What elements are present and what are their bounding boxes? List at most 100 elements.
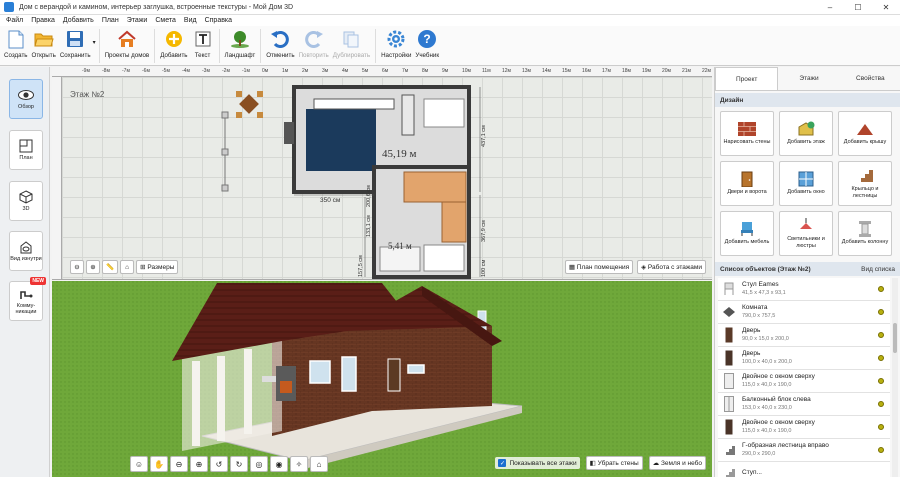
list-item[interactable]: Комната 790,0 x 757,5 bbox=[718, 301, 890, 324]
floor-plan-view[interactable]: -9м -8м -7м -6м -5м -4м -3м -2м -1м 0м 1м 2м 3м 4м 5м 6… bbox=[52, 67, 712, 280]
toolbar-separator bbox=[218, 29, 220, 63]
remove-walls-button[interactable]: ◧ Убрать стены bbox=[585, 456, 643, 470]
orbit-left-button[interactable]: ◎ bbox=[250, 456, 268, 472]
list-item[interactable]: Ступ... bbox=[718, 462, 890, 477]
save-dropdown-icon[interactable]: ▾ bbox=[93, 39, 96, 46]
list-item[interactable]: Дверь 90,0 x 15,0 x 200,0 bbox=[718, 324, 890, 347]
light-button[interactable]: ✧ bbox=[290, 456, 308, 472]
redo-button[interactable]: Повторить bbox=[299, 26, 329, 59]
doors-gates-button[interactable]: Двери и ворота bbox=[720, 161, 774, 206]
inside-view-icon bbox=[18, 240, 34, 254]
ruler-tool-button[interactable]: 📏 bbox=[102, 260, 119, 274]
visibility-icon[interactable] bbox=[878, 378, 884, 384]
maximize-button[interactable]: ☐ bbox=[844, 0, 872, 15]
window-icon bbox=[797, 171, 815, 187]
ground-sky-button[interactable]: ☁ Земля и небо bbox=[648, 456, 706, 470]
home-3d-button[interactable]: ⌂ bbox=[310, 456, 328, 472]
object-name: Двойное с окном сверху bbox=[742, 419, 815, 426]
door-icon bbox=[722, 372, 736, 390]
walk-mode-button[interactable]: ☺ bbox=[130, 456, 148, 472]
create-button[interactable]: Создать bbox=[4, 26, 28, 59]
show-all-floors-checkbox[interactable]: ✓ Показывать все этажи bbox=[495, 457, 580, 469]
column-icon bbox=[856, 221, 874, 238]
lamps-button[interactable]: Светильники и люстры bbox=[779, 211, 833, 256]
menu-help[interactable]: Справка bbox=[205, 17, 232, 24]
menu-edit[interactable]: Правка bbox=[31, 17, 55, 24]
list-item[interactable]: Двойное с окном сверху 115,0 x 40,0 x 190… bbox=[718, 370, 890, 393]
tab-properties[interactable]: Свойства bbox=[840, 67, 900, 90]
left-view-sidebar: Обзор План 3D Вид изнутри NEW Комму-ника… bbox=[0, 67, 50, 477]
menu-plan[interactable]: План bbox=[102, 17, 119, 24]
sizes-button[interactable]: ⊞ Размеры bbox=[136, 260, 179, 274]
rotate-left-button[interactable]: ↺ bbox=[210, 456, 228, 472]
add-roof-button[interactable]: Добавить крышу bbox=[838, 111, 892, 156]
list-item[interactable]: Г-образная лестница вправо 290,0 x 290,0 bbox=[718, 439, 890, 462]
add-button[interactable]: Добавить bbox=[160, 26, 188, 59]
menu-estimate[interactable]: Смета bbox=[155, 17, 176, 24]
list-item[interactable]: Дверь 100,0 x 40,0 x 200,0 bbox=[718, 347, 890, 370]
orbit-right-button[interactable]: ◉ bbox=[270, 456, 288, 472]
close-button[interactable]: ✕ bbox=[872, 0, 900, 15]
visibility-icon[interactable] bbox=[878, 447, 884, 453]
visibility-icon[interactable] bbox=[878, 286, 884, 292]
tab-project[interactable]: Проект bbox=[715, 67, 779, 90]
save-button[interactable]: Сохранить bbox=[60, 26, 91, 59]
objects-scrollbar[interactable] bbox=[892, 278, 898, 477]
landscape-button[interactable]: Ландшафт bbox=[225, 26, 255, 59]
new-document-icon bbox=[5, 29, 27, 49]
view-list-button[interactable]: Вид списка bbox=[861, 266, 895, 273]
visibility-icon[interactable] bbox=[878, 309, 884, 315]
draw-walls-button[interactable]: Нарисовать стены bbox=[720, 111, 774, 156]
undo-button[interactable]: Отменить bbox=[266, 26, 295, 59]
sidebar-inside-view-button[interactable]: Вид изнутри bbox=[9, 231, 43, 271]
list-item[interactable]: Двойное с окном сверху 115,0 x 40,0 x 190… bbox=[718, 416, 890, 439]
tutorial-button[interactable]: ? Учебник bbox=[415, 26, 439, 59]
stairs-icon bbox=[722, 464, 736, 477]
porch-stairs-button[interactable]: Крыльцо и лестницы bbox=[838, 161, 892, 206]
zoom-out-button[interactable]: ⊖ bbox=[70, 260, 84, 274]
floors-work-button[interactable]: ◈ Работа с этажами bbox=[637, 260, 706, 274]
plan-drawing[interactable]: 45,19 м 5,41 м 350 см 157,5 см 133,1 см … bbox=[52, 67, 712, 280]
house-projects-button[interactable]: Проекты домов bbox=[105, 26, 149, 59]
ground-sky-label: Земля и небо bbox=[660, 459, 702, 467]
zoom-in-3d-button[interactable]: ⊕ bbox=[190, 456, 208, 472]
table-with-chairs[interactable] bbox=[236, 91, 263, 118]
sidebar-3d-button[interactable]: 3D bbox=[9, 181, 43, 221]
zoom-in-button[interactable]: ⊕ bbox=[86, 260, 100, 274]
visibility-icon[interactable] bbox=[878, 332, 884, 338]
dimension-label: 200,6 см bbox=[366, 185, 372, 207]
sidebar-plan-button[interactable]: План bbox=[9, 130, 43, 170]
sidebar-overview-button[interactable]: Обзор bbox=[9, 79, 43, 119]
text-button[interactable]: Текст bbox=[192, 26, 214, 59]
room-plan-button[interactable]: ▦ План помещения bbox=[564, 260, 634, 274]
toolbar-separator bbox=[98, 29, 100, 63]
add-column-button[interactable]: Добавить колонну bbox=[838, 211, 892, 256]
list-item[interactable]: Балконный блок слева 153,0 x 40,0 x 230,0 bbox=[718, 393, 890, 416]
visibility-icon[interactable] bbox=[878, 424, 884, 430]
minimize-button[interactable]: – bbox=[816, 0, 844, 15]
add-floor-button[interactable]: Добавить этаж bbox=[779, 111, 833, 156]
scrollbar-thumb[interactable] bbox=[893, 323, 897, 353]
add-furniture-button[interactable]: Добавить мебель bbox=[720, 211, 774, 256]
menu-floors[interactable]: Этажи bbox=[127, 17, 148, 24]
menu-view[interactable]: Вид bbox=[184, 17, 197, 24]
menu-file[interactable]: Файл bbox=[6, 17, 23, 24]
menu-add[interactable]: Добавить bbox=[63, 17, 94, 24]
tab-floors[interactable]: Этажи bbox=[778, 67, 839, 90]
visibility-icon[interactable] bbox=[878, 401, 884, 407]
pan-button[interactable]: ✋ bbox=[150, 456, 168, 472]
visibility-icon[interactable] bbox=[878, 355, 884, 361]
person-icon: ☺ bbox=[134, 459, 144, 469]
home-view-button[interactable]: ⌂ bbox=[120, 260, 135, 274]
lower-rooms[interactable] bbox=[372, 165, 471, 279]
add-window-button[interactable]: Добавить окно bbox=[779, 161, 833, 206]
sidebar-communications-button[interactable]: NEW Комму-никации bbox=[9, 277, 46, 321]
3d-view[interactable]: ☺ ✋ ⊖ ⊕ ↺ ↻ ◎ ◉ ✧ ⌂ ✓ Показывать все этаж… bbox=[52, 281, 712, 477]
duplicate-button[interactable]: Дублировать bbox=[333, 26, 370, 59]
list-item[interactable]: Стул Eames 41,5 x 47,3 x 93,1 bbox=[718, 278, 890, 301]
3d-scene[interactable] bbox=[52, 281, 712, 477]
zoom-out-3d-button[interactable]: ⊖ bbox=[170, 456, 188, 472]
settings-button[interactable]: Настройки bbox=[381, 26, 411, 59]
rotate-right-button[interactable]: ↻ bbox=[230, 456, 248, 472]
open-button[interactable]: Открыть bbox=[32, 26, 56, 59]
